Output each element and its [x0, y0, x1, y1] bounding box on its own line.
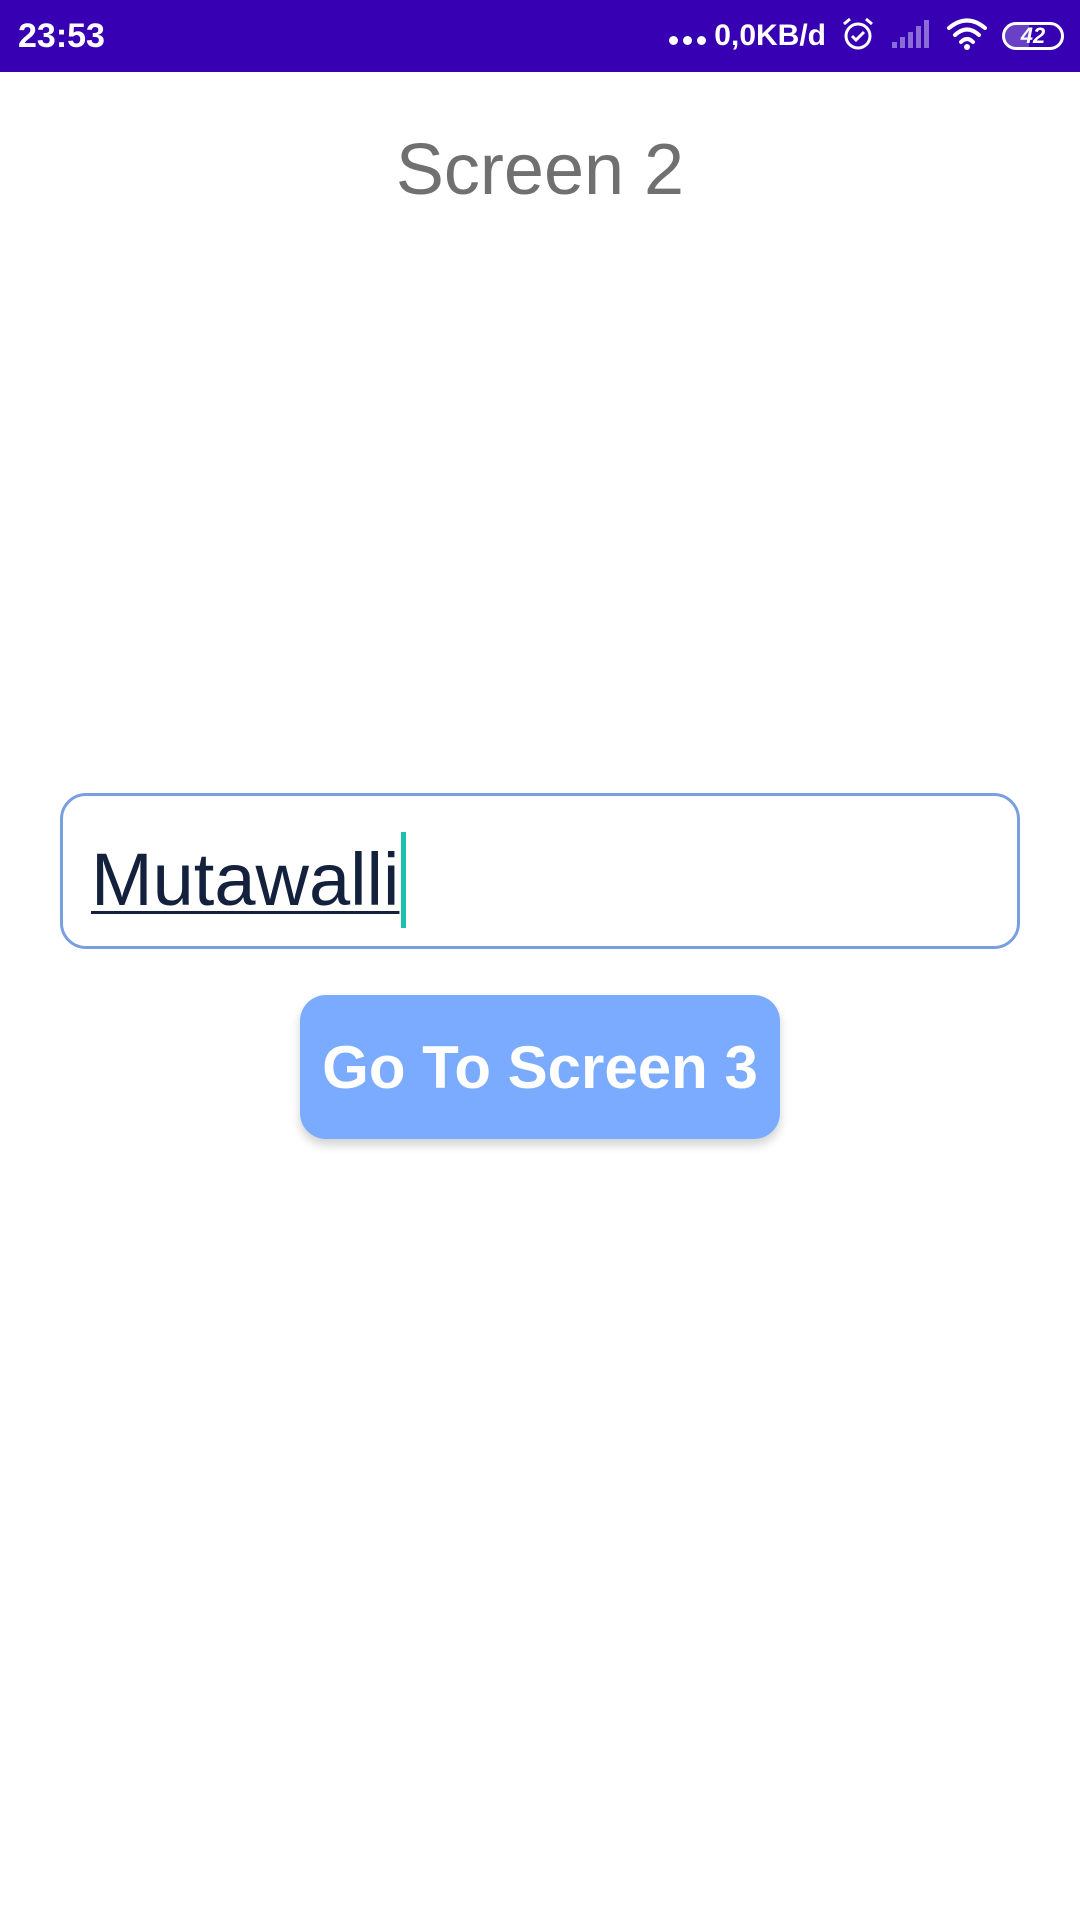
- alarm-icon: [840, 16, 876, 57]
- more-dots-icon: [669, 35, 707, 45]
- page-title: Screen 2: [395, 130, 685, 210]
- cellular-signal-icon: [890, 18, 932, 55]
- name-input-value[interactable]: Mutawalli: [91, 832, 407, 928]
- name-input-text: Mutawalli: [91, 838, 400, 921]
- wifi-icon: [946, 17, 988, 56]
- app-screen: 23:53 0,0KB/d 42 Screen 2 Mutawalli Go T…: [0, 0, 1080, 1920]
- name-input[interactable]: Mutawalli: [60, 793, 1020, 949]
- go-to-screen-3-button[interactable]: Go To Screen 3: [300, 995, 780, 1139]
- network-speed: 0,0KB/d: [714, 19, 826, 52]
- status-icons: 0,0KB/d 42: [669, 0, 1064, 72]
- battery-icon: 42: [1002, 22, 1064, 50]
- status-bar: 23:53 0,0KB/d 42: [0, 0, 1080, 72]
- text-cursor: [401, 832, 407, 928]
- status-time: 23:53: [18, 17, 105, 55]
- battery-level: 42: [1020, 23, 1046, 48]
